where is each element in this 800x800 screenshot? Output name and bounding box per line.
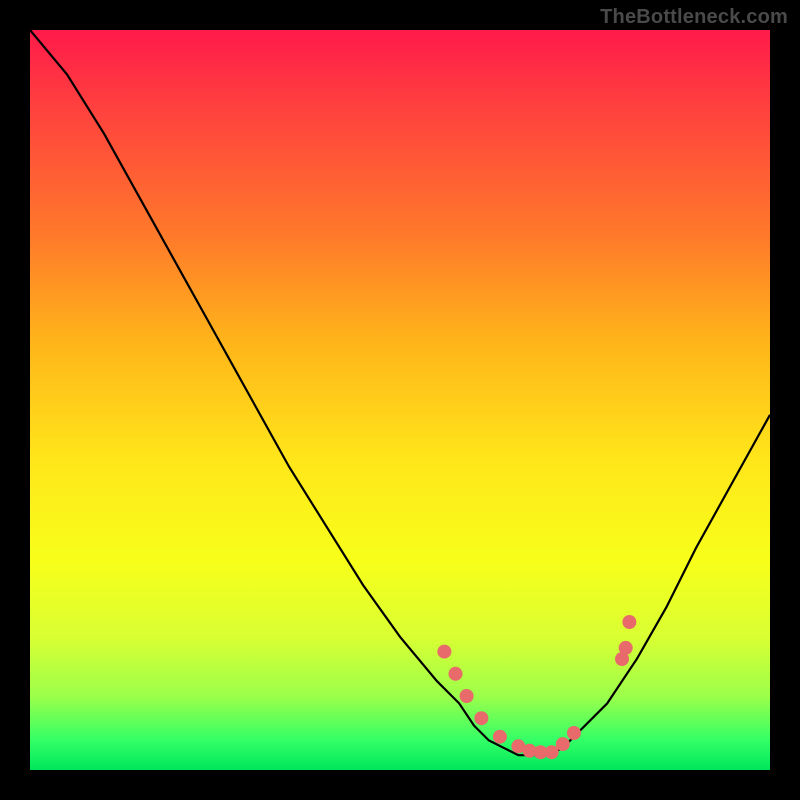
curve-marker	[460, 689, 474, 703]
curve-marker	[449, 667, 463, 681]
curve-marker	[556, 737, 570, 751]
chart-plot-area	[30, 30, 770, 770]
curve-marker	[622, 615, 636, 629]
curve-markers	[437, 615, 636, 759]
curve-marker	[567, 726, 581, 740]
watermark-text: TheBottleneck.com	[600, 6, 788, 29]
bottleneck-chart-svg	[30, 30, 770, 770]
curve-marker	[493, 730, 507, 744]
curve-marker	[474, 711, 488, 725]
bottleneck-curve	[30, 30, 770, 755]
curve-marker	[619, 641, 633, 655]
curve-marker	[437, 645, 451, 659]
